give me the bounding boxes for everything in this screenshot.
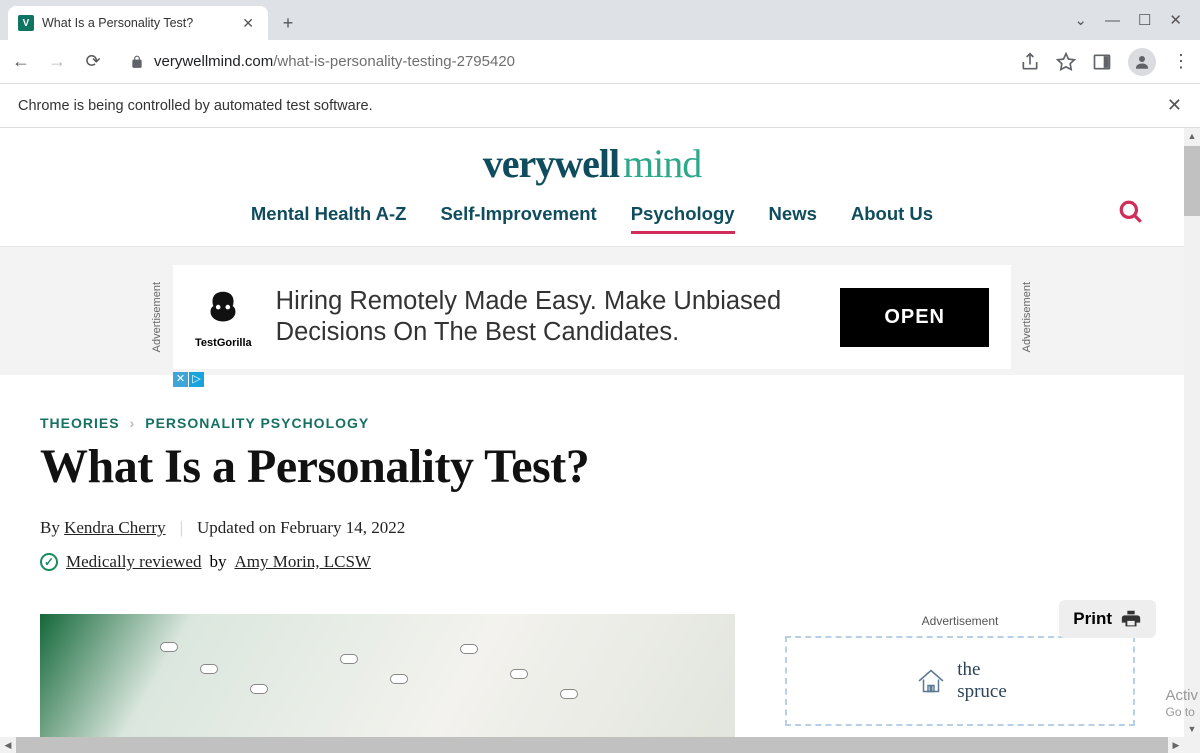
- scrollbar-thumb-h[interactable]: [16, 737, 1168, 753]
- ad-headline: Hiring Remotely Made Easy. Make Unbiased…: [276, 286, 817, 347]
- nav-link[interactable]: About Us: [851, 203, 933, 234]
- breadcrumb-link[interactable]: THEORIES: [40, 415, 120, 431]
- window-controls: ⌄ — ☐ ✕: [1056, 0, 1200, 40]
- scroll-down-icon[interactable]: ▼: [1184, 721, 1200, 737]
- back-button[interactable]: ←: [10, 51, 32, 72]
- browser-toolbar: ← → ⟳ verywellmind.com/what-is-personali…: [0, 40, 1200, 84]
- leaderboard-ad[interactable]: TestGorilla Hiring Remotely Made Easy. M…: [173, 265, 1011, 369]
- profile-button[interactable]: [1128, 48, 1156, 76]
- sidebar-ad-box[interactable]: the spruce: [785, 636, 1135, 726]
- automation-info-bar: Chrome is being controlled by automated …: [0, 84, 1200, 128]
- nav-link[interactable]: Self-Improvement: [440, 203, 596, 234]
- updated-date: February 14, 2022: [280, 518, 405, 537]
- bookmark-star-icon[interactable]: [1056, 52, 1076, 72]
- url-path: /what-is-personality-testing-2795420: [273, 53, 515, 70]
- scrollbar-thumb[interactable]: [1184, 146, 1200, 216]
- author-link[interactable]: Kendra Cherry: [64, 518, 166, 537]
- breadcrumb-link[interactable]: PERSONALITY PSYCHOLOGY: [145, 415, 369, 431]
- medical-review: ✓ Medically reviewed by Amy Morin, LCSW: [40, 552, 1144, 572]
- breadcrumb: THEORIES › PERSONALITY PSYCHOLOGY: [40, 415, 1144, 431]
- maximize-icon[interactable]: ☐: [1138, 11, 1151, 29]
- hero-image: [40, 614, 735, 744]
- close-window-icon[interactable]: ✕: [1169, 11, 1182, 29]
- search-icon[interactable]: [1118, 199, 1144, 230]
- scroll-right-icon[interactable]: ▶: [1168, 737, 1184, 753]
- share-icon[interactable]: [1020, 52, 1040, 72]
- scroll-left-icon[interactable]: ◀: [0, 737, 16, 753]
- address-bar[interactable]: verywellmind.com/what-is-personality-tes…: [118, 53, 1006, 70]
- browser-tab[interactable]: V What Is a Personality Test? ✕: [8, 6, 268, 40]
- minimize-icon[interactable]: —: [1105, 12, 1120, 29]
- info-bar-text: Chrome is being controlled by automated …: [18, 98, 373, 114]
- print-button[interactable]: Print: [1059, 600, 1156, 638]
- toolbar-right: ⋮: [1020, 48, 1190, 76]
- reviewer-link[interactable]: Amy Morin, LCSW: [234, 552, 370, 572]
- ad-label-right: Advertisement: [1021, 282, 1033, 352]
- site-logo[interactable]: verywellmind: [0, 140, 1184, 187]
- vertical-scrollbar[interactable]: ▲ ▼: [1184, 128, 1200, 753]
- scroll-up-icon[interactable]: ▲: [1184, 128, 1200, 144]
- url-domain: verywellmind.com: [154, 53, 273, 70]
- person-icon: [1133, 53, 1151, 71]
- new-tab-button[interactable]: +: [274, 9, 302, 37]
- checkmark-icon: ✓: [40, 553, 58, 571]
- windows-activation-watermark: Activ Go to: [1165, 687, 1198, 719]
- side-panel-icon[interactable]: [1092, 52, 1112, 72]
- ad-label-left: Advertisement: [151, 282, 163, 352]
- main-nav: Mental Health A-Z Self-Improvement Psychol…: [0, 187, 1184, 246]
- browser-chrome: V What Is a Personality Test? ✕ + ⌄ — ☐ …: [0, 0, 1200, 128]
- review-label-link[interactable]: Medically reviewed: [66, 552, 201, 572]
- leaderboard-ad-region: Advertisement TestGorilla Hiring Remotel…: [0, 247, 1184, 375]
- lock-icon: [130, 55, 144, 69]
- article-byline: By Kendra Cherry | Updated on February 1…: [40, 518, 1144, 538]
- tab-title: What Is a Personality Test?: [42, 16, 230, 30]
- kebab-menu-icon[interactable]: ⋮: [1172, 51, 1190, 72]
- adchoices-icon[interactable]: ✕▷: [173, 372, 205, 387]
- article-title: What Is a Personality Test?: [40, 439, 1144, 494]
- favicon-icon: V: [18, 15, 34, 31]
- nav-link[interactable]: News: [769, 203, 817, 234]
- article: THEORIES › PERSONALITY PSYCHOLOGY What I…: [0, 375, 1184, 744]
- nav-link[interactable]: Mental Health A-Z: [251, 203, 407, 234]
- horizontal-scrollbar[interactable]: ◀ ▶: [0, 737, 1184, 753]
- gorilla-icon: [200, 286, 246, 332]
- chevron-right-icon: ›: [130, 415, 136, 431]
- chevron-down-icon[interactable]: ⌄: [1074, 11, 1087, 29]
- ad-cta-button[interactable]: OPEN: [840, 288, 989, 347]
- tab-bar: V What Is a Personality Test? ✕ + ⌄ — ☐ …: [0, 0, 1200, 40]
- site-header: verywellmind: [0, 128, 1184, 187]
- page-viewport: verywellmind Mental Health A-Z Self-Impro…: [0, 128, 1200, 753]
- forward-button[interactable]: →: [46, 51, 68, 72]
- reload-button[interactable]: ⟳: [82, 51, 104, 72]
- info-bar-close-icon[interactable]: ✕: [1167, 95, 1182, 116]
- printer-icon: [1120, 608, 1142, 630]
- tab-close-icon[interactable]: ✕: [238, 15, 258, 32]
- nav-link[interactable]: Psychology: [631, 203, 735, 234]
- house-icon: [913, 663, 949, 699]
